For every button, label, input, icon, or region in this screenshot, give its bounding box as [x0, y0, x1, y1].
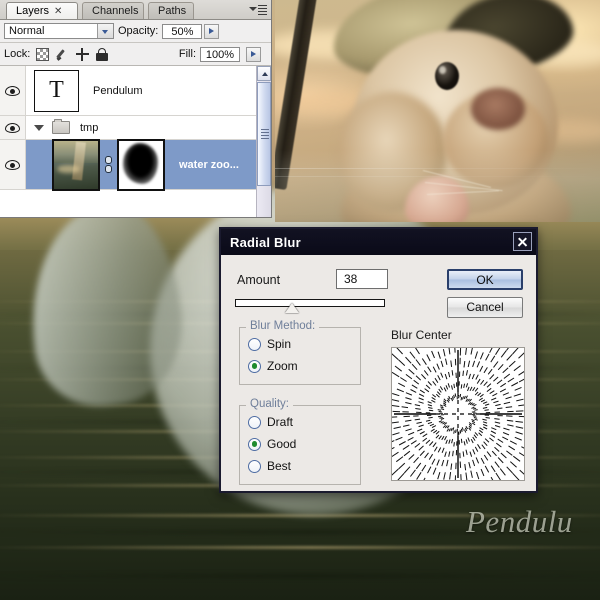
- eye-icon[interactable]: [5, 159, 20, 170]
- blend-mode-value: Normal: [9, 25, 45, 37]
- slider-track[interactable]: [235, 299, 385, 307]
- dialog-body: Amount 38 Blur Method: Spin Zoom Quality…: [221, 255, 536, 491]
- chevron-down-icon: [249, 7, 257, 11]
- layer-list-scrollbar[interactable]: [256, 66, 271, 217]
- radio-label: Zoom: [267, 359, 298, 373]
- radio-blur-method-zoom[interactable]: Zoom: [248, 359, 298, 373]
- hamster-eye-glint: [439, 66, 446, 74]
- radio-indicator-selected[interactable]: [248, 437, 261, 451]
- fill-input[interactable]: 100%: [200, 46, 240, 62]
- tab-paths-label: Paths: [158, 5, 187, 17]
- amount-label: Amount: [237, 273, 281, 287]
- layer-visibility-cell[interactable]: [0, 140, 26, 189]
- scroll-up-icon[interactable]: [257, 66, 271, 81]
- hamster-nose: [471, 88, 525, 130]
- opacity-label: Opacity:: [118, 25, 159, 37]
- radio-label: Draft: [267, 415, 294, 429]
- radio-indicator[interactable]: [248, 337, 261, 351]
- layer-list: T Pendulum tmp water zoo...: [0, 66, 271, 217]
- lock-all-icon[interactable]: [96, 47, 109, 61]
- dialog-title: Radial Blur: [230, 234, 301, 250]
- scrollbar-thumb[interactable]: [257, 82, 271, 186]
- layer-name[interactable]: Pendulum: [93, 85, 143, 97]
- fill-field: Fill: 100%: [178, 46, 267, 62]
- opacity-input[interactable]: 50%: [162, 23, 203, 39]
- tab-layers-label: Layers: [16, 5, 50, 17]
- panel-tab-bar: Layers ✕ Channels Paths: [0, 0, 271, 20]
- screenshot-root: Pendulu Layers ✕ Channels Paths Normal O…: [0, 0, 600, 600]
- hamburger-icon: [258, 5, 267, 17]
- tab-channels-label: Channels: [92, 5, 139, 17]
- artwork-watermark: Pendulu: [466, 504, 573, 539]
- lock-icons-group: [36, 47, 109, 61]
- cancel-button[interactable]: Cancel: [447, 297, 523, 318]
- blend-mode-row: Normal Opacity: 50%: [0, 20, 271, 43]
- glass-reflection-line: [275, 176, 600, 177]
- layer-mask-thumbnail[interactable]: [117, 138, 165, 191]
- fill-stepper-icon[interactable]: [246, 46, 261, 62]
- lock-row: Lock: Fill: 100%: [0, 43, 271, 66]
- layer-row-group-tmp[interactable]: tmp: [0, 116, 271, 140]
- radio-quality-best[interactable]: Best: [248, 459, 291, 473]
- layer-name[interactable]: water zoo...: [179, 159, 239, 171]
- layer-row-water-zoom[interactable]: water zoo...: [0, 138, 271, 191]
- lock-transparent-pixels-icon[interactable]: [36, 47, 50, 61]
- layer-name[interactable]: tmp: [80, 122, 98, 134]
- eye-icon[interactable]: [5, 85, 20, 96]
- blur-center-preview[interactable]: [386, 342, 530, 486]
- radio-label: Good: [267, 437, 297, 451]
- dialog-titlebar[interactable]: Radial Blur: [221, 229, 536, 255]
- layers-panel: Layers ✕ Channels Paths Normal Opacity: 5…: [0, 0, 272, 218]
- quality-group: Quality: Draft Good Best: [239, 398, 361, 485]
- tab-channels[interactable]: Channels: [82, 2, 144, 19]
- blur-method-group: Blur Method: Spin Zoom: [239, 320, 361, 385]
- layer-visibility-cell[interactable]: [0, 66, 26, 115]
- ok-button[interactable]: OK: [447, 269, 523, 290]
- radio-blur-method-spin[interactable]: Spin: [248, 337, 291, 351]
- glass-reflection-line: [275, 168, 600, 169]
- opacity-field: 50%: [162, 23, 220, 39]
- hamster-eye: [435, 62, 459, 90]
- eye-icon[interactable]: [5, 122, 20, 133]
- chevron-down-icon[interactable]: [97, 24, 113, 38]
- blur-method-title: Blur Method:: [246, 320, 320, 332]
- text-layer-thumbnail[interactable]: T: [34, 69, 79, 112]
- layer-thumbnail[interactable]: [52, 138, 100, 191]
- blend-mode-select[interactable]: Normal: [4, 23, 114, 39]
- lock-image-pixels-icon[interactable]: [56, 48, 69, 61]
- fill-label: Fill:: [178, 48, 196, 60]
- amount-input[interactable]: 38: [336, 269, 388, 289]
- radio-indicator[interactable]: [248, 459, 261, 473]
- lock-position-icon[interactable]: [76, 47, 90, 61]
- layer-visibility-cell[interactable]: [0, 116, 26, 139]
- radio-label: Best: [267, 459, 292, 473]
- layer-row-pendulum[interactable]: T Pendulum: [0, 66, 271, 116]
- radio-indicator-selected[interactable]: [248, 359, 261, 373]
- amount-slider[interactable]: [235, 297, 385, 313]
- tab-close-icon[interactable]: ✕: [54, 3, 62, 20]
- slider-thumb[interactable]: [285, 303, 299, 313]
- water-ripple: [0, 546, 600, 549]
- close-icon[interactable]: [513, 232, 532, 251]
- tab-paths[interactable]: Paths: [148, 2, 194, 19]
- layer-mask-link-icon[interactable]: [102, 154, 115, 176]
- water-ripple-dark: [0, 574, 600, 578]
- hamster-photo: [275, 0, 600, 222]
- radio-quality-draft[interactable]: Draft: [248, 415, 293, 429]
- radio-label: Spin: [267, 337, 292, 351]
- radial-blur-dialog: Radial Blur Amount 38 Blur Method: Spin …: [219, 227, 538, 493]
- radio-quality-good[interactable]: Good: [248, 437, 296, 451]
- lock-label: Lock:: [4, 48, 31, 60]
- opacity-stepper-icon[interactable]: [204, 23, 220, 39]
- thumbnail-glow: [56, 165, 80, 174]
- radio-indicator[interactable]: [248, 415, 261, 429]
- group-disclosure-icon[interactable]: [34, 124, 44, 131]
- panel-menu-icon[interactable]: [249, 3, 267, 17]
- blur-center-label: Blur Center: [391, 328, 452, 342]
- quality-title: Quality:: [246, 398, 293, 410]
- folder-icon: [52, 119, 70, 134]
- scrollbar-grip-icon: [261, 129, 269, 141]
- blur-center-pattern-icon: [386, 342, 530, 486]
- tab-layers[interactable]: Layers ✕: [6, 2, 78, 19]
